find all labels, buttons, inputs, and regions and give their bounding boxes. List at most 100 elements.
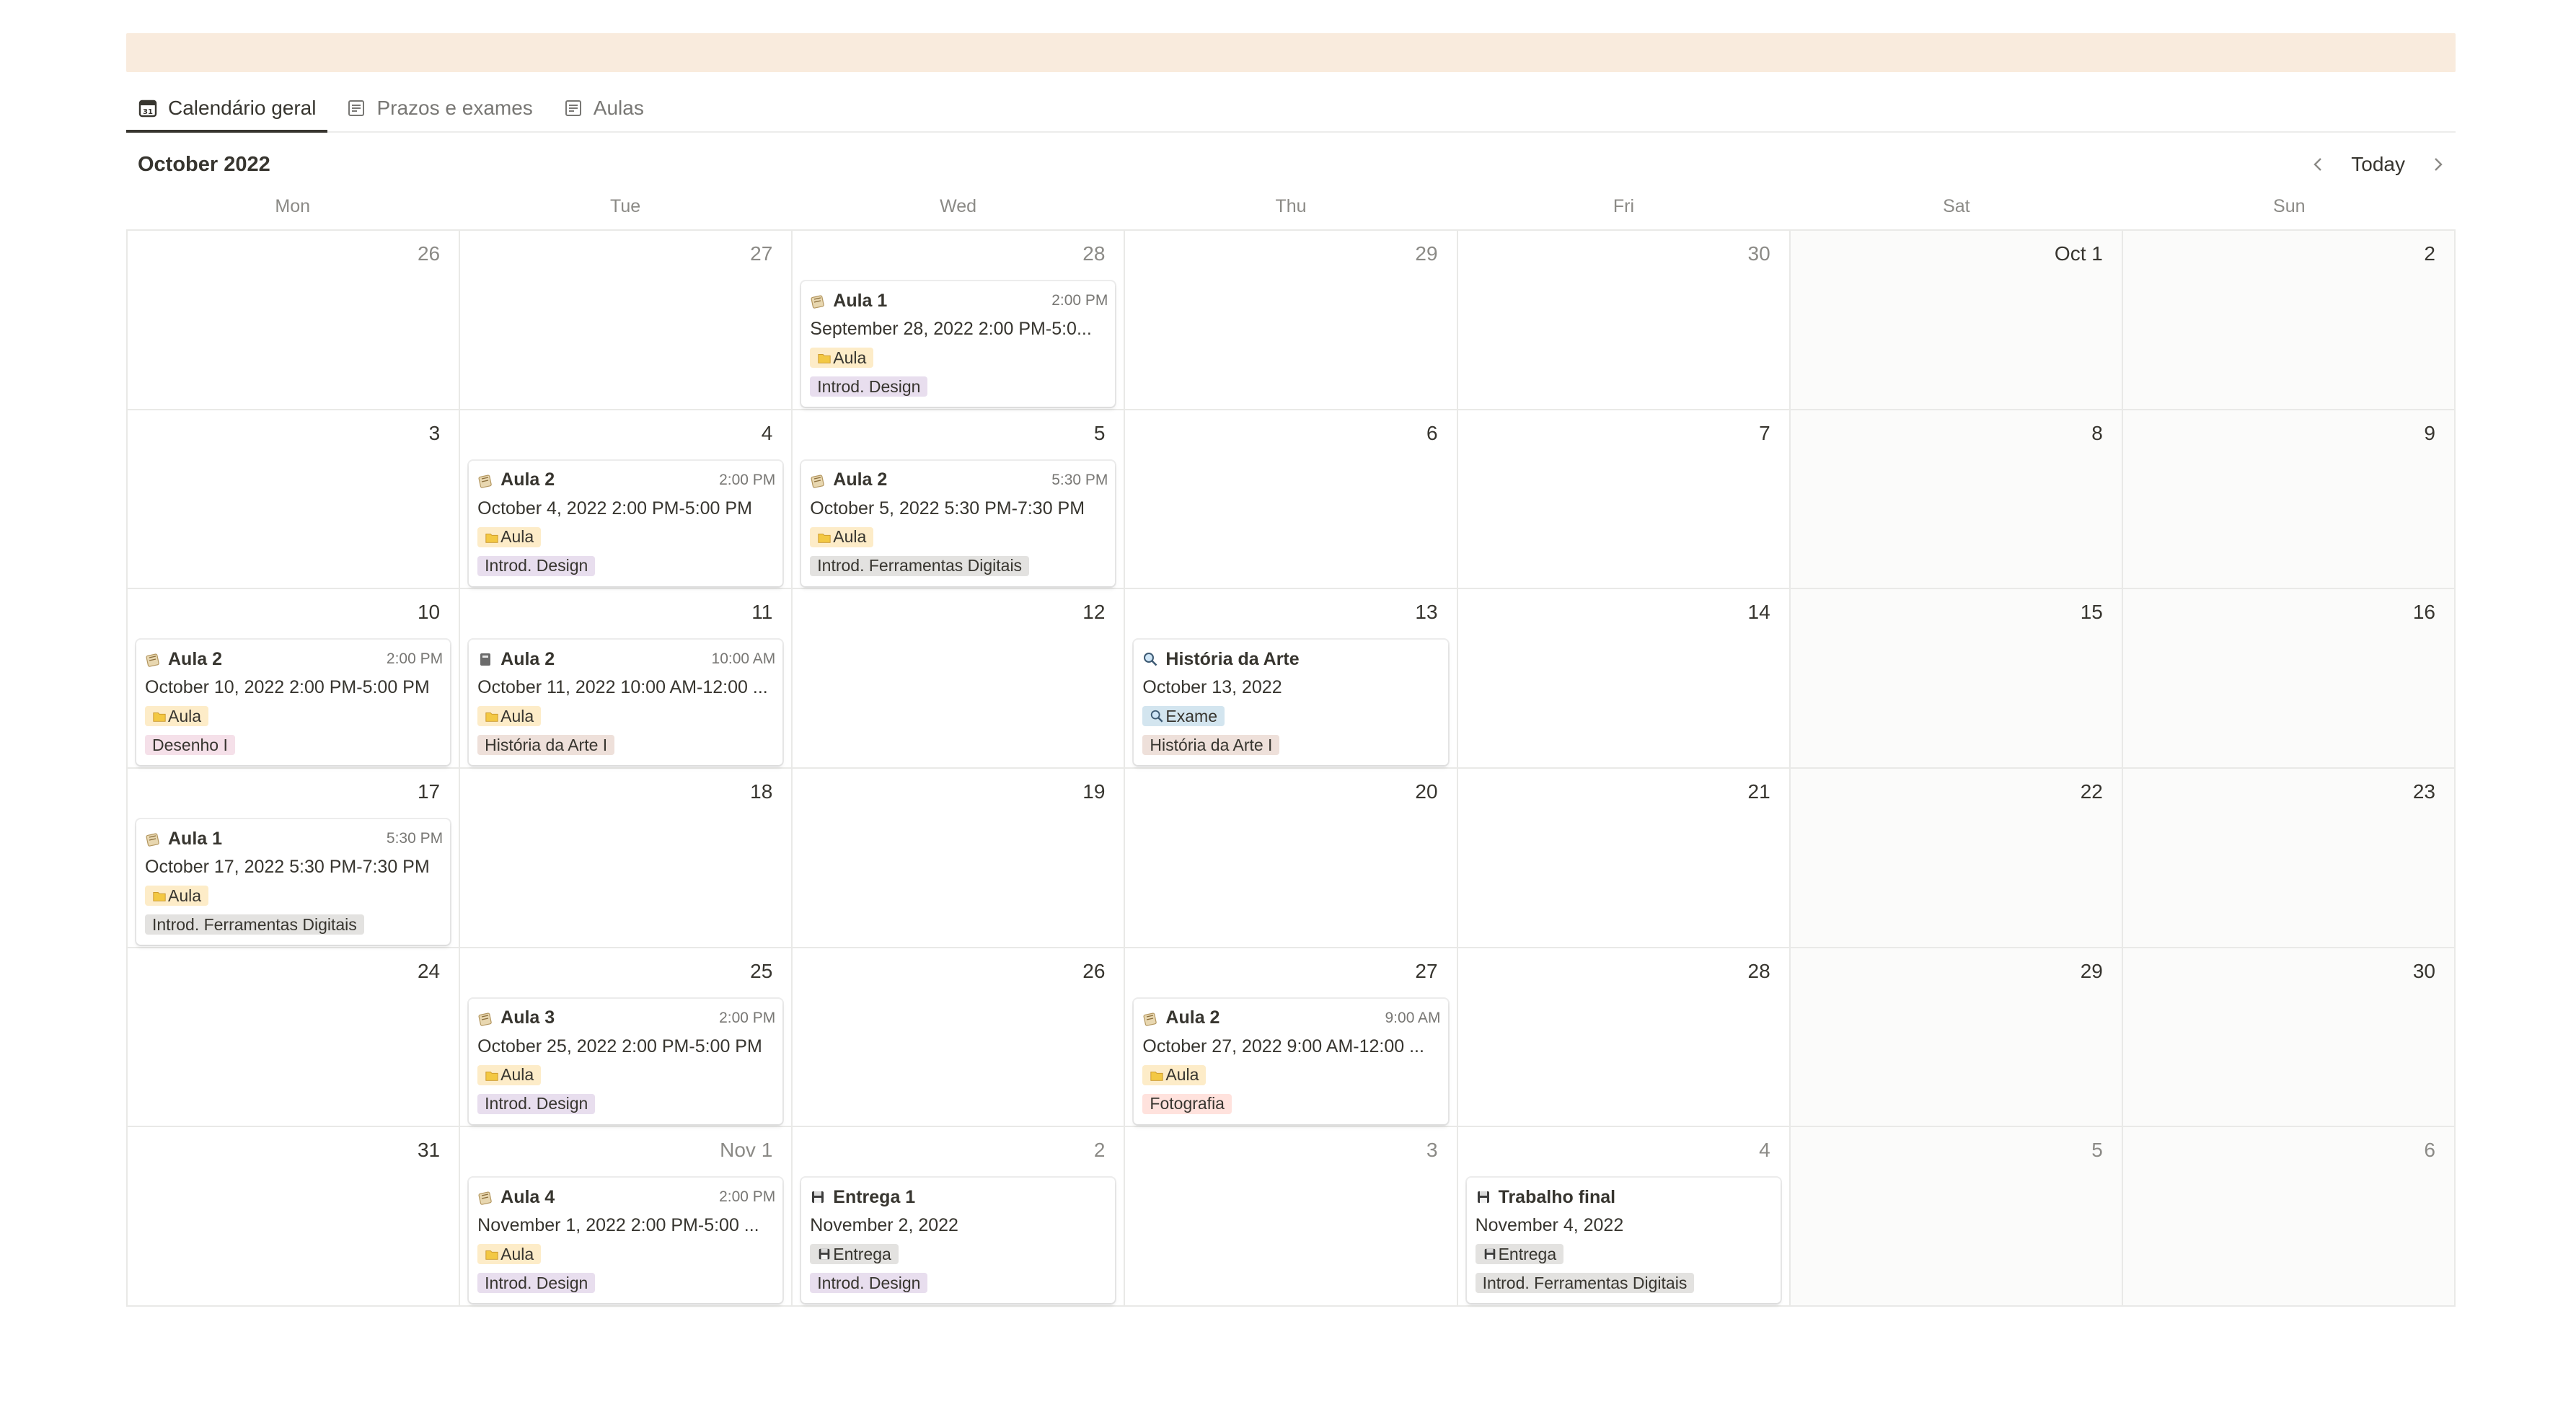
calendar-day-cell[interactable]: 3 xyxy=(1125,1127,1458,1307)
type-tag-label: Aula xyxy=(1165,1065,1199,1085)
tab-prazos-e-exames[interactable]: Prazos e exames xyxy=(335,85,544,131)
calendar-day-cell[interactable]: 31 xyxy=(128,1127,461,1307)
event-title-text: História da Arte xyxy=(1165,648,1300,669)
type-tag: Entrega xyxy=(1475,1244,1564,1265)
calendar-day-cell[interactable]: 26 xyxy=(128,231,461,410)
event-card[interactable]: Entrega 1 November 2, 2022 Entrega Introd. … xyxy=(801,1178,1116,1304)
event-title-text: Aula 2 xyxy=(1165,1007,1220,1028)
course-tag: Introd. Ferramentas Digitais xyxy=(145,914,364,935)
today-button[interactable]: Today xyxy=(2345,150,2411,179)
day-number: 19 xyxy=(1082,780,1106,803)
calendar-day-cell[interactable]: 2 Entrega 1 November 2, 2022 Entrega Introd.… xyxy=(793,1127,1126,1307)
previous-month-button[interactable] xyxy=(2305,151,2332,178)
day-number: 29 xyxy=(1415,242,1438,265)
calendar-day-cell[interactable]: 9 xyxy=(2122,410,2456,590)
event-card[interactable]: Aula 4 2:00 PM November 1, 2022 2:00 PM-5:… xyxy=(469,1178,783,1304)
type-tag-row: Aula xyxy=(477,702,775,731)
course-tag: Introd. Ferramentas Digitais xyxy=(1475,1273,1695,1294)
calendar-day-cell[interactable]: 29 xyxy=(1790,948,2123,1128)
event-time: 2:00 PM xyxy=(719,471,776,488)
event-card[interactable]: Aula 2 2:00 PM October 4, 2022 2:00 PM-5:0… xyxy=(469,460,783,586)
event-card[interactable]: Aula 2 2:00 PM October 10, 2022 2:00 PM-5:… xyxy=(136,640,451,766)
event-time: 2:00 PM xyxy=(386,650,444,668)
event-header: Aula 1 5:30 PM xyxy=(145,825,443,852)
day-number: 4 xyxy=(761,421,773,444)
calendar-day-cell[interactable]: 27 xyxy=(460,231,793,410)
calendar-day-cell[interactable]: 18 xyxy=(460,769,793,948)
calendar-day-cell[interactable]: 30 xyxy=(1457,231,1791,410)
calendar-day-cell[interactable]: 11 Aula 2 10:00 AM October 11, 2022 10:00 A… xyxy=(460,589,793,769)
calendar-day-cell[interactable]: 17 Aula 1 5:30 PM October 17, 2022 5:30 PM-… xyxy=(128,769,461,948)
event-card[interactable]: Aula 1 2:00 PM September 28, 2022 2:00 PM-… xyxy=(801,281,1116,407)
type-tag-label: Entrega xyxy=(833,1244,891,1263)
type-tag-row: Aula xyxy=(477,523,775,552)
calendar-day-cell[interactable]: 4 Aula 2 2:00 PM October 4, 2022 2:00 PM-5:… xyxy=(460,410,793,590)
event-title: Aula 3 xyxy=(477,1007,555,1028)
course-tag: Introd. Design xyxy=(810,376,928,397)
event-card[interactable]: Aula 2 5:30 PM October 5, 2022 5:30 PM-7:3… xyxy=(801,460,1116,586)
calendar-day-cell[interactable]: 28 xyxy=(1457,948,1791,1128)
calendar-day-cell[interactable]: 10 Aula 2 2:00 PM October 10, 2022 2:00 PM-… xyxy=(128,589,461,769)
calendar-day-cell[interactable]: 12 xyxy=(793,589,1126,769)
calendar-day-cell[interactable]: 5 Aula 2 5:30 PM October 5, 2022 5:30 PM-7:… xyxy=(793,410,1126,590)
day-number: 22 xyxy=(2080,780,2103,803)
calendar-day-cell[interactable]: 8 xyxy=(1790,410,2123,590)
calendar-day-cell[interactable]: 19 xyxy=(793,769,1126,948)
calendar-day-cell[interactable]: 3 xyxy=(128,410,461,590)
calendar-day-cell[interactable]: 7 xyxy=(1457,410,1791,590)
calendar-day-cell[interactable]: 29 xyxy=(1125,231,1458,410)
calendar-day-cell[interactable]: 21 xyxy=(1457,769,1791,948)
day-number: 15 xyxy=(2080,601,2103,624)
calendar-day-cell[interactable]: 24 xyxy=(128,948,461,1128)
calendar-day-cell[interactable]: 5 xyxy=(1790,1127,2123,1307)
event-header: Aula 2 5:30 PM xyxy=(810,467,1108,494)
calendar-day-cell[interactable]: Nov 1 Aula 4 2:00 PM November 1, 2022 2:00 … xyxy=(460,1127,793,1307)
day-number: 12 xyxy=(1082,601,1106,624)
event-card[interactable]: Aula 3 2:00 PM October 25, 2022 2:00 PM-5:… xyxy=(469,998,783,1124)
event-time: 10:00 AM xyxy=(711,650,776,668)
event-header: Aula 2 2:00 PM xyxy=(477,467,775,494)
calendar-day-cell[interactable]: 15 xyxy=(1790,589,2123,769)
calendar-day-cell[interactable]: 30 xyxy=(2122,948,2456,1128)
event-title: Aula 2 xyxy=(477,649,555,670)
day-number: 7 xyxy=(1759,421,1770,444)
tab-calendario-geral[interactable]: 31 Calendário geral xyxy=(126,85,328,133)
event-card[interactable]: História da Arte October 13, 2022 Exame His… xyxy=(1134,640,1448,766)
event-card[interactable]: Trabalho final November 4, 2022 Entrega Int… xyxy=(1466,1178,1781,1304)
calendar-day-cell[interactable]: 20 xyxy=(1125,769,1458,948)
calendar-day-cell[interactable]: 26 xyxy=(793,948,1126,1128)
calendar-day-cell[interactable]: 13 História da Arte October 13, 2022 Exame H… xyxy=(1125,589,1458,769)
calendar-day-cell[interactable]: 22 xyxy=(1790,769,2123,948)
calendar-day-cell[interactable]: 25 Aula 3 2:00 PM October 25, 2022 2:00 PM-… xyxy=(460,948,793,1128)
calendar-day-cell[interactable]: 4 Trabalho final November 4, 2022 Entrega In… xyxy=(1457,1127,1791,1307)
tab-aulas[interactable]: Aulas xyxy=(552,85,656,131)
calendar-day-cell[interactable]: 2 xyxy=(2122,231,2456,410)
month-title: October 2022 xyxy=(138,152,270,176)
type-tag-row: Aula xyxy=(145,702,443,731)
event-date: November 1, 2022 2:00 PM-5:00 ... xyxy=(477,1215,759,1236)
type-tag-row: Aula xyxy=(810,523,1108,552)
calendar-day-cell[interactable]: 6 xyxy=(2122,1127,2456,1307)
type-tag: Aula xyxy=(145,706,209,727)
calendar-day-cell[interactable]: 6 xyxy=(1125,410,1458,590)
next-month-button[interactable] xyxy=(2424,151,2451,178)
calendar-day-cell[interactable]: Oct 1 xyxy=(1790,231,2123,410)
day-number: 30 xyxy=(2412,959,2435,982)
calendar-day-cell[interactable]: 14 xyxy=(1457,589,1791,769)
day-number: 6 xyxy=(2424,1139,2435,1162)
calendar-day-cell[interactable]: 27 Aula 2 9:00 AM October 27, 2022 9:00 AM-… xyxy=(1125,948,1458,1128)
event-title-text: Aula 4 xyxy=(500,1186,555,1207)
event-card[interactable]: Aula 1 5:30 PM October 17, 2022 5:30 PM-7:… xyxy=(136,819,451,945)
calendar-day-cell[interactable]: 28 Aula 1 2:00 PM September 28, 2022 2:00 P… xyxy=(793,231,1126,410)
event-card[interactable]: Aula 2 9:00 AM October 27, 2022 9:00 AM-12… xyxy=(1134,998,1448,1124)
event-card[interactable]: Aula 2 10:00 AM October 11, 2022 10:00 AM-… xyxy=(469,640,783,766)
calendar-day-cell[interactable]: 16 xyxy=(2122,589,2456,769)
event-date: October 13, 2022 xyxy=(1142,677,1282,698)
course-tag: Introd. Design xyxy=(477,555,596,576)
day-number: 23 xyxy=(2412,780,2435,803)
folder-icon xyxy=(485,1247,499,1261)
event-header: Aula 3 2:00 PM xyxy=(477,1005,775,1032)
calendar-day-cell[interactable]: 23 xyxy=(2122,769,2456,948)
event-date: September 28, 2022 2:00 PM-5:0... xyxy=(810,319,1092,339)
event-title-text: Aula 2 xyxy=(500,469,555,490)
